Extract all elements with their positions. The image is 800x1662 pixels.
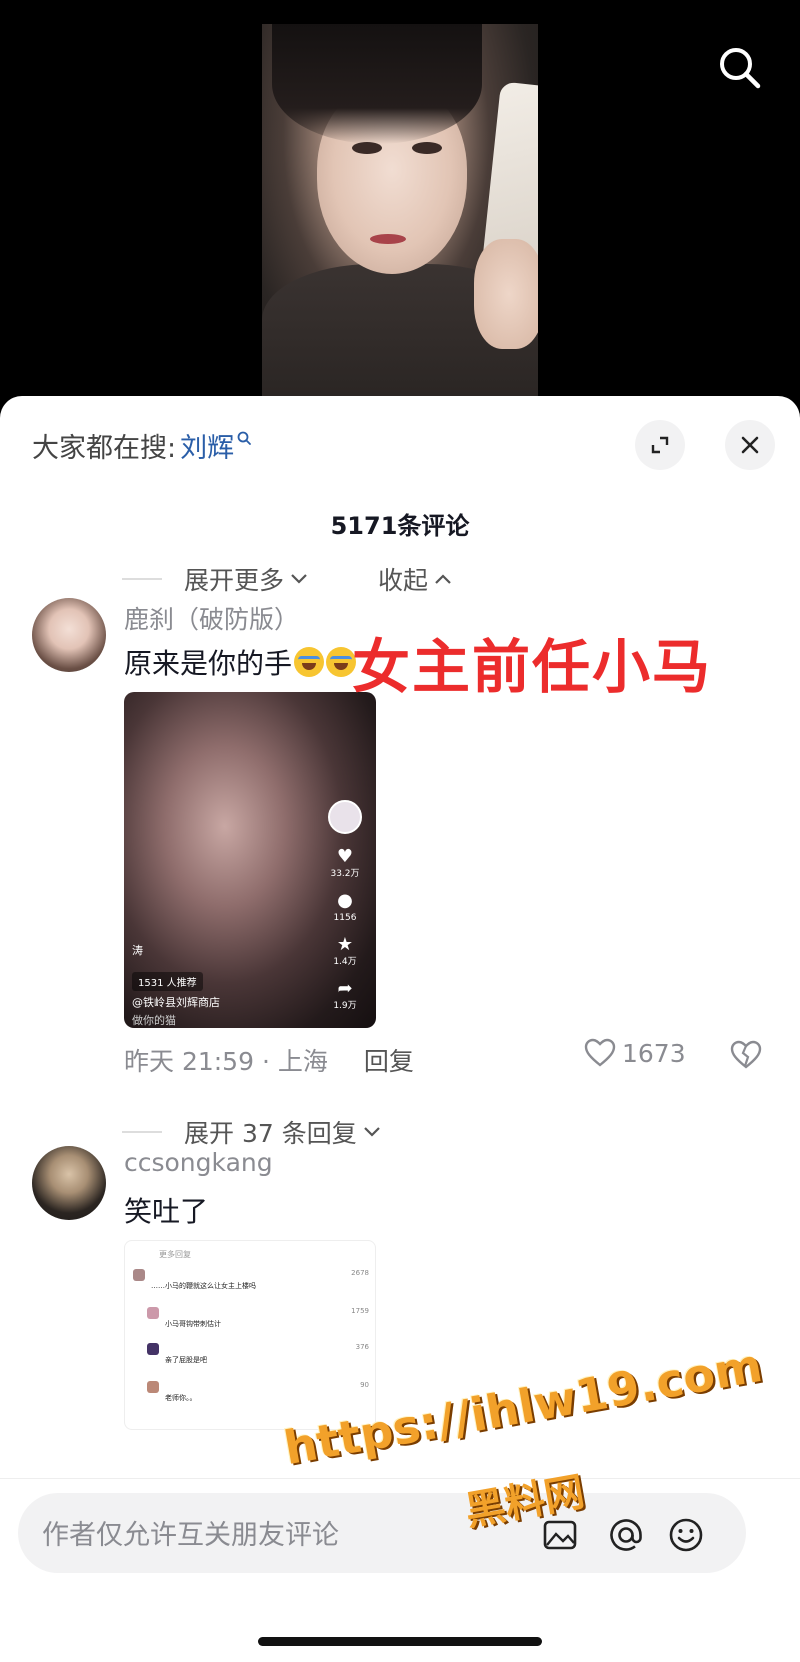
home-indicator [258, 1637, 542, 1646]
screenshot-row-count: 90 [360, 1381, 369, 1389]
emoji-icon[interactable] [666, 1515, 706, 1555]
video-eye-left [352, 142, 382, 154]
screenshot-row-text: 亲了屁股是吧 [165, 1356, 207, 1364]
thumb-favorites: 1.4万 [333, 957, 357, 967]
screenshot-avatar [147, 1307, 159, 1319]
thumb-shares: 1.9万 [333, 1001, 357, 1011]
comment-input-bar: 作者仅允许互关朋友评论 [0, 1478, 800, 1662]
video-frame[interactable] [262, 24, 538, 400]
comment-input-placeholder: 作者仅允许互关朋友评论 [42, 1520, 339, 1551]
thumb-comments: 1156 [333, 913, 357, 923]
expand-button[interactable] [635, 420, 685, 470]
comment-text: 原来是你的手 [124, 642, 357, 682]
video-eye-right [412, 142, 442, 154]
thumb-shop: @铁岭县刘辉商店 [132, 996, 220, 1009]
mini-search-icon [237, 431, 252, 445]
laugh-cry-emoji-icon [294, 647, 325, 677]
comment-screenshot-image[interactable]: 更多回复 ……小马的鞭就这么让女主上楼吗 2678 小马哥钩带刺估计 1759 … [124, 1240, 376, 1430]
comment-text-content: 原来是你的手 [124, 647, 293, 680]
collapse-label: 收起 [378, 566, 429, 595]
screenshot-row-count: 376 [355, 1343, 369, 1351]
like-button[interactable]: 1673 [584, 1038, 686, 1068]
expand-replies-label: 展开 37 条回复 [184, 1119, 357, 1148]
chevron-up-icon [435, 574, 451, 584]
screenshot-avatar [147, 1343, 159, 1355]
comment-input[interactable]: 作者仅允许互关朋友评论 [18, 1493, 746, 1573]
hot-search[interactable]: 大家都在搜: 刘辉 [32, 426, 254, 465]
thumb-share-icon: ➦ 1.9万 [330, 980, 360, 1012]
expand-icon [651, 436, 669, 454]
dislike-button[interactable] [730, 1040, 762, 1074]
comment-sheet: 大家都在搜: 刘辉 5171条评论 展开更多 收起 鹿刹（破防版） 原来是你的手… [0, 396, 800, 1662]
thumb-heart-icon: ♥ 33.2万 [330, 846, 360, 880]
divider-line [122, 578, 162, 580]
screenshot-row-count: 1759 [351, 1307, 369, 1315]
search-icon[interactable] [710, 38, 770, 98]
divider-line [122, 1131, 162, 1133]
expander-row: 展开更多 收起 [122, 561, 452, 597]
chevron-down-icon [363, 1127, 380, 1137]
like-count: 1673 [622, 1038, 686, 1068]
comment-video-thumbnail[interactable]: ♥ 33.2万 ● 1156 ★ 1.4万 ➦ 1.9万 涛 1531 人推荐 @铁岭县… [124, 692, 376, 1028]
comment-meta: 昨天 21:59 · 上海 回复 [124, 1042, 414, 1078]
thumb-caption-name: 涛 [132, 944, 143, 957]
thumb-likes: 33.2万 [330, 869, 360, 879]
close-icon [741, 436, 759, 454]
screenshot-avatar [133, 1269, 145, 1281]
hot-search-keyword[interactable]: 刘辉 [180, 426, 234, 465]
comment-username[interactable]: 鹿刹（破防版） [124, 600, 299, 636]
screenshot-row-text: 小马哥钩带刺估计 [165, 1320, 221, 1328]
screenshot-avatar [147, 1381, 159, 1393]
avatar[interactable] [32, 1146, 106, 1220]
chevron-down-icon [291, 574, 307, 584]
overlay-caption: 女主前任小马 [352, 633, 713, 701]
comment-time-location: 昨天 21:59 · 上海 [124, 1047, 328, 1076]
screenshot-row-text: ……小马的鞭就这么让女主上楼吗 [151, 1282, 256, 1290]
collapse-link[interactable]: 收起 [378, 561, 452, 597]
expand-replies-row: 展开 37 条回复 [122, 1114, 381, 1150]
thumb-recommend-badge: 1531 人推荐 [132, 972, 203, 991]
video-hand [474, 239, 538, 349]
thumb-star-icon: ★ 1.4万 [330, 936, 360, 968]
thumb-sub: 做你的猫 [132, 1014, 176, 1027]
broken-heart-icon [730, 1040, 762, 1069]
reply-button[interactable]: 回复 [364, 1042, 414, 1078]
close-button[interactable] [725, 420, 775, 470]
expand-more-link[interactable]: 展开更多 [184, 561, 308, 597]
comments-count: 5171条评论 [330, 512, 470, 540]
video-mouth [370, 234, 406, 244]
expand-replies-link[interactable]: 展开 37 条回复 [184, 1114, 381, 1150]
video-area[interactable] [0, 0, 800, 400]
thumb-avatar [328, 800, 362, 834]
hot-search-prefix: 大家都在搜: [32, 433, 177, 464]
screenshot-row: 老师你。。 90 [147, 1381, 369, 1407]
thumb-recommend: 1531 人推荐 [138, 978, 197, 989]
expand-more-label: 展开更多 [184, 566, 285, 595]
video-person-hair [272, 24, 482, 144]
screenshot-row: ……小马的鞭就这么让女主上楼吗 2678 [133, 1269, 369, 1295]
at-icon[interactable] [606, 1515, 646, 1555]
heart-icon [584, 1038, 616, 1067]
screenshot-row: 小马哥钩带刺估计 1759 [147, 1307, 369, 1333]
thumb-comment-icon: ● 1156 [330, 892, 360, 924]
screenshot-row: 亲了屁股是吧 376 [147, 1343, 369, 1369]
comment-text: 笑吐了 [124, 1190, 208, 1230]
screenshot-row-text: 老师你。。 [165, 1394, 197, 1402]
screenshot-row-count: 2678 [351, 1269, 369, 1277]
comment-text-content: 笑吐了 [124, 1195, 209, 1228]
comment-username[interactable]: ccsongkang [124, 1148, 273, 1177]
avatar[interactable] [32, 598, 106, 672]
screenshot-header: 更多回复 [159, 1250, 191, 1259]
